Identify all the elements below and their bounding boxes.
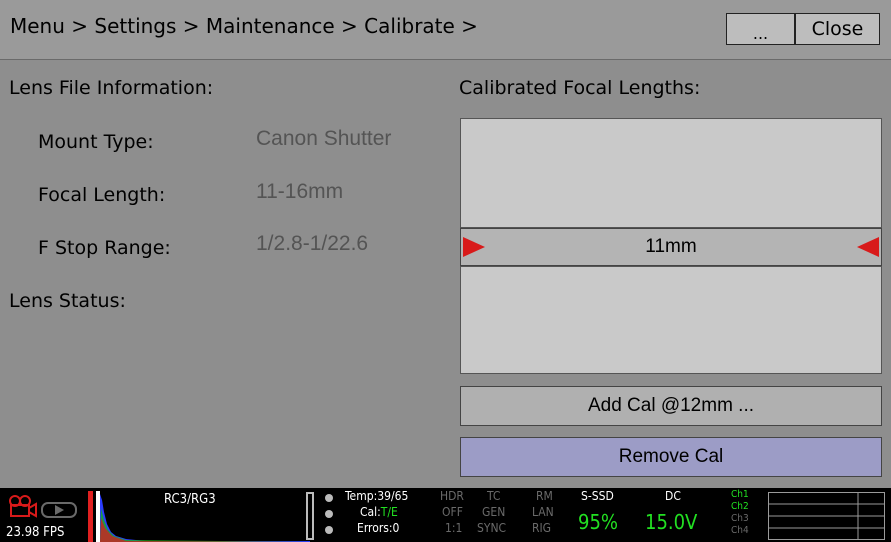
f-stop-range-value: 1/2.8-1/22.6 xyxy=(256,232,369,255)
selected-focal-length: 11mm xyxy=(645,236,697,257)
audio-meters xyxy=(768,492,885,540)
close-button[interactable]: Close xyxy=(795,13,880,45)
remove-cal-button[interactable]: Remove Cal xyxy=(460,437,882,477)
media-label: S-SSD xyxy=(581,489,614,503)
tc-mode: GEN xyxy=(482,505,506,519)
left-arrow-icon[interactable] xyxy=(463,237,485,257)
tc-sync: SYNC xyxy=(477,521,507,535)
focal-list-lower[interactable] xyxy=(460,266,882,374)
lens-info-title: Lens File Information: xyxy=(9,77,214,99)
errors-readout: Errors:0 xyxy=(357,521,400,535)
fps-readout: 23.98 FPS xyxy=(6,525,65,540)
focal-list-upper[interactable] xyxy=(460,118,882,228)
cal-readout: Cal:T/E xyxy=(360,505,398,519)
tc-label: TC xyxy=(487,489,501,503)
right-arrow-icon[interactable] xyxy=(857,237,879,257)
add-cal-button[interactable]: Add Cal @12mm ... xyxy=(460,386,882,426)
focal-length-label: Focal Length: xyxy=(38,184,166,206)
channel-2-label: Ch2 xyxy=(731,501,749,512)
cal-label: Cal: xyxy=(360,505,381,519)
channel-4-label: Ch4 xyxy=(731,525,749,536)
power-voltage: 15.0V xyxy=(645,510,698,534)
hdr-value: OFF xyxy=(442,505,463,519)
rm-label: RM xyxy=(536,489,553,503)
hdr-ratio: 1:1 xyxy=(445,521,463,535)
calibrated-focal-lengths-title: Calibrated Focal Lengths: xyxy=(459,77,701,99)
status-bar: 23.98 FPS RC3/RG3 Temp:39/65 Cal:T/E Err… xyxy=(0,488,891,542)
mount-type-label: Mount Type: xyxy=(38,131,154,153)
media-remaining: 95% xyxy=(578,510,618,534)
more-button[interactable]: ... xyxy=(726,13,795,45)
rm-lan: LAN xyxy=(532,505,554,519)
breadcrumb: Menu > Settings > Maintenance > Calibrat… xyxy=(10,14,478,38)
channel-1-label: Ch1 xyxy=(731,489,749,500)
audio-meter-bracket xyxy=(306,492,314,540)
f-stop-range-label: F Stop Range: xyxy=(38,237,171,259)
look-readout: RC3/RG3 xyxy=(164,492,216,507)
temp-dot-icon xyxy=(325,494,333,502)
header-bar: Menu > Settings > Maintenance > Calibrat… xyxy=(0,0,891,60)
rm-rig: RIG xyxy=(532,521,552,535)
power-label: DC xyxy=(665,489,681,503)
cal-dot-icon xyxy=(325,510,333,518)
record-mode-icon[interactable] xyxy=(8,492,84,518)
focal-length-selector[interactable]: 11mm xyxy=(460,228,882,266)
cal-value: T/E xyxy=(380,505,398,519)
temp-readout: Temp:39/65 xyxy=(345,489,409,503)
channel-3-label: Ch3 xyxy=(731,513,749,524)
focal-length-value: 11-16mm xyxy=(256,180,344,203)
errors-dot-icon xyxy=(325,526,333,534)
lens-status-title: Lens Status: xyxy=(9,290,126,312)
hdr-label: HDR xyxy=(440,489,464,503)
mount-type-value: Canon Shutter xyxy=(256,127,392,150)
